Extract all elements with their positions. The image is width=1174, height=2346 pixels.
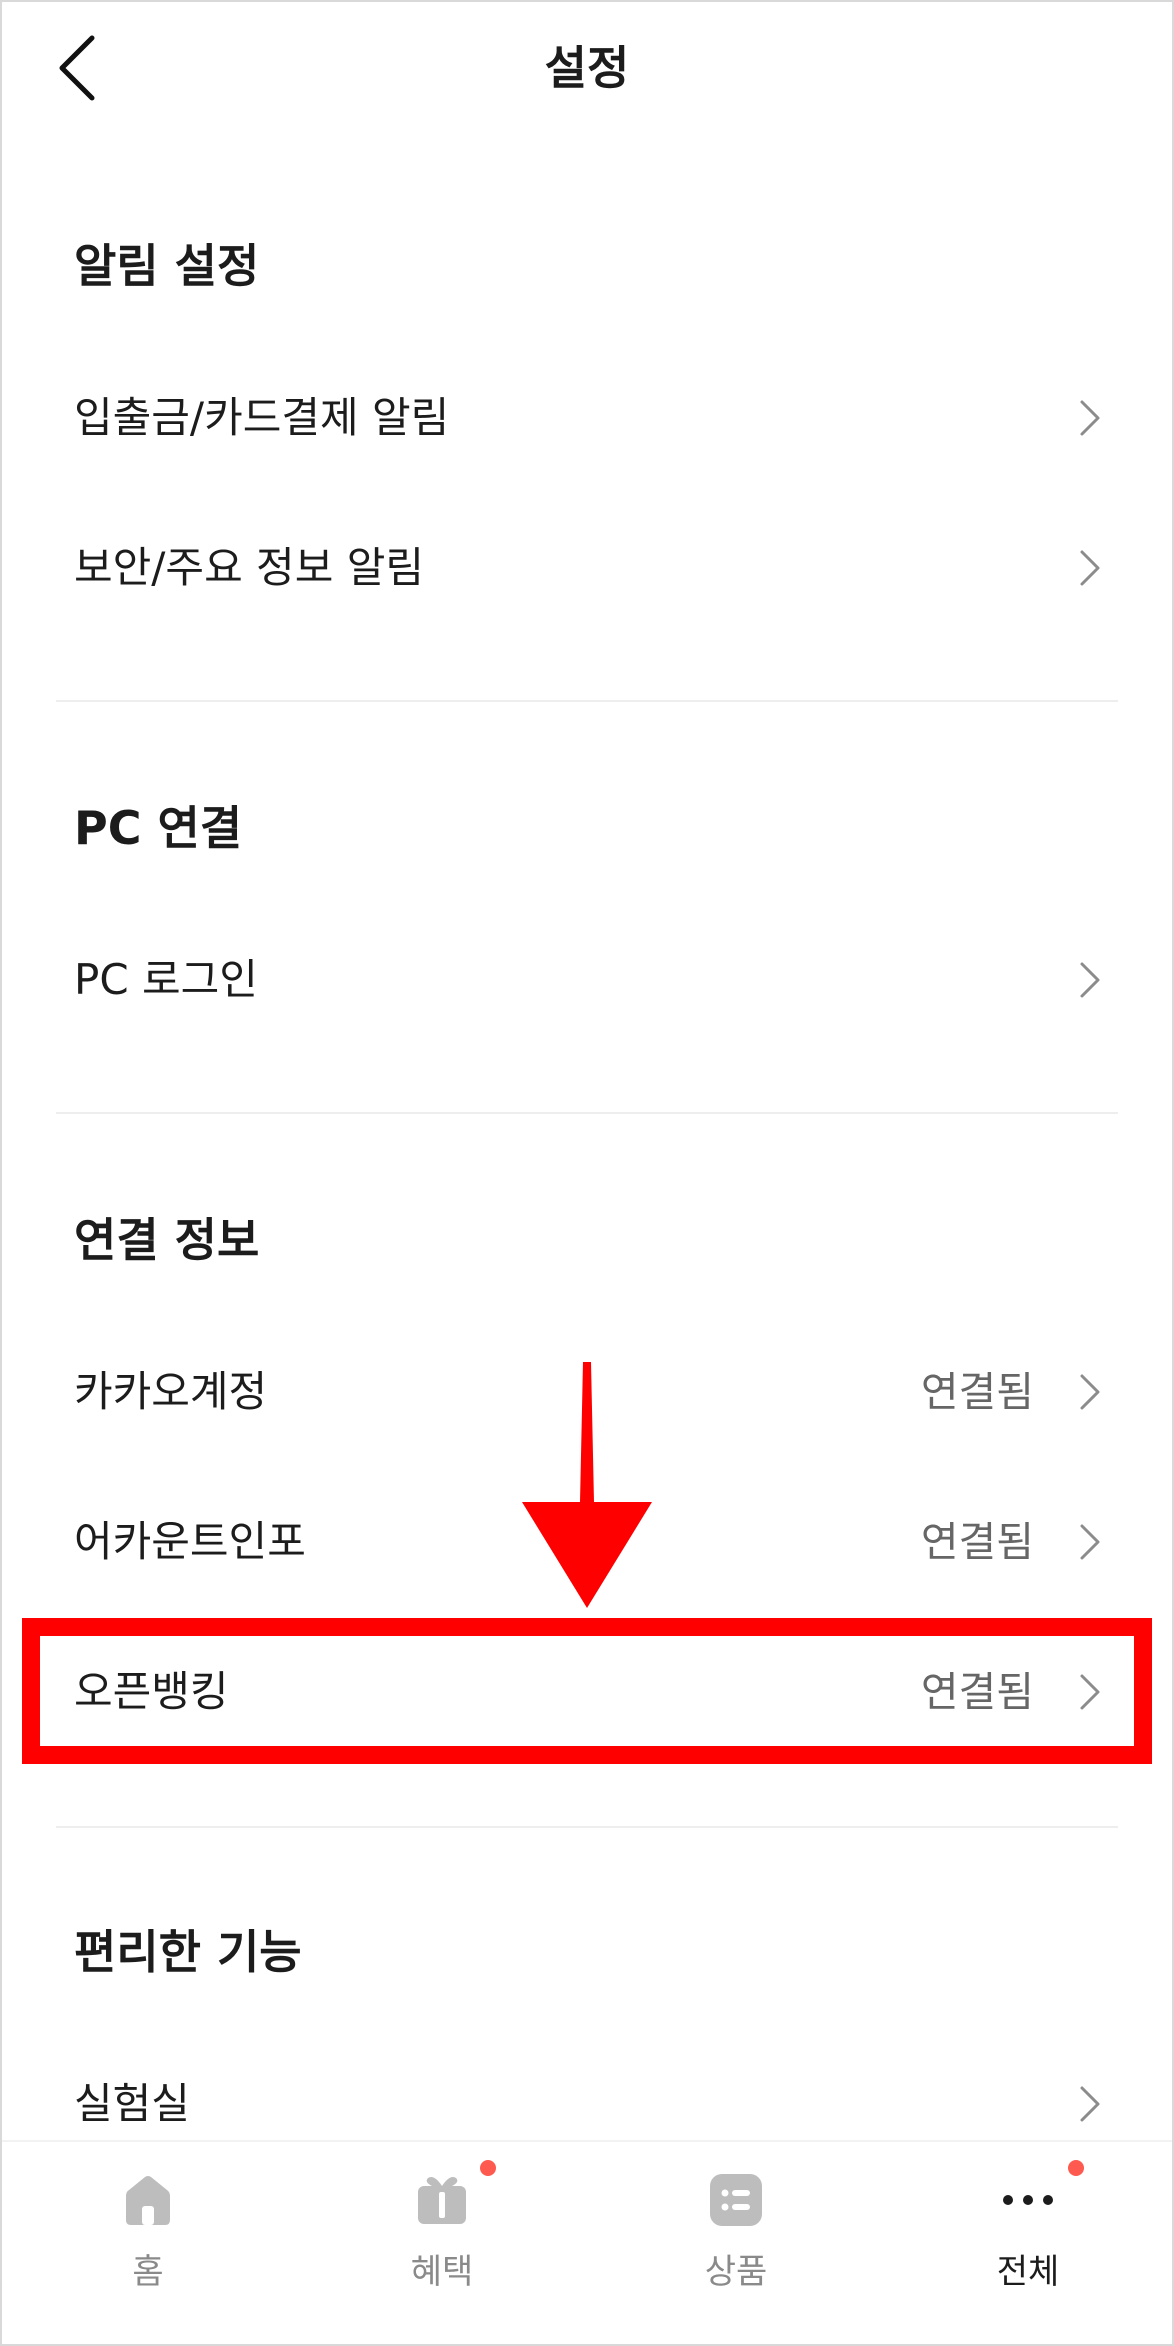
arrow-down-icon [522, 1362, 652, 1608]
connection-status: 연결됨 [920, 1518, 1034, 1566]
section-divider [56, 1826, 1118, 1828]
row-security-alert[interactable]: 보안/주요 정보 알림 [56, 508, 1118, 628]
tab-products[interactable]: 상품 [636, 2162, 836, 2312]
chevron-right-icon [1080, 550, 1100, 586]
gift-icon [418, 2177, 466, 2224]
highlight-box [22, 1618, 1152, 1764]
page-title: 설정 [544, 41, 630, 95]
row-label: 보안/주요 정보 알림 [74, 543, 424, 592]
screen-frame [0, 0, 1174, 2346]
chevron-right-icon [1080, 1524, 1100, 1560]
tab-label: 혜택 [410, 2252, 474, 2292]
connection-status: 연결됨 [920, 1368, 1034, 1416]
section-title-notifications: 알림 설정 [74, 239, 260, 293]
chevron-right-icon [1080, 400, 1100, 436]
notification-badge [480, 2160, 496, 2176]
section-divider [56, 1112, 1118, 1114]
header: 설정 [0, 0, 1174, 140]
tab-label: 전체 [996, 2252, 1060, 2292]
list-icon [710, 2174, 762, 2226]
bottom-tab-bar: 홈 혜택 상품 전체 [2, 2140, 1172, 2344]
home-icon [126, 2176, 170, 2225]
tab-label: 상품 [704, 2252, 768, 2292]
tab-benefits[interactable]: 혜택 [342, 2160, 542, 2312]
chevron-right-icon [1080, 962, 1100, 998]
chevron-right-icon [1080, 2086, 1100, 2122]
section-title-convenient-features: 편리한 기능 [74, 1925, 302, 1979]
row-label: 입출금/카드결제 알림 [74, 393, 450, 442]
row-label: PC 로그인 [74, 955, 258, 1004]
row-pc-login[interactable]: PC 로그인 [56, 920, 1118, 1040]
section-divider [56, 700, 1118, 702]
tab-home[interactable]: 홈 [48, 2162, 248, 2312]
row-deposit-card-alert[interactable]: 입출금/카드결제 알림 [56, 358, 1118, 478]
tab-all[interactable]: 전체 [928, 2160, 1128, 2312]
chevron-right-icon [1080, 1374, 1100, 1410]
section-title-pc-connection: PC 연결 [74, 801, 243, 855]
notification-badge [1068, 2160, 1084, 2176]
row-label: 카카오계정 [74, 1367, 268, 1416]
section-title-connection-info: 연결 정보 [74, 1213, 260, 1267]
row-label: 실험실 [74, 2079, 190, 2128]
tab-label: 홈 [132, 2252, 164, 2292]
row-label: 어카운트인포 [74, 1517, 306, 1566]
more-icon [1003, 2195, 1053, 2205]
